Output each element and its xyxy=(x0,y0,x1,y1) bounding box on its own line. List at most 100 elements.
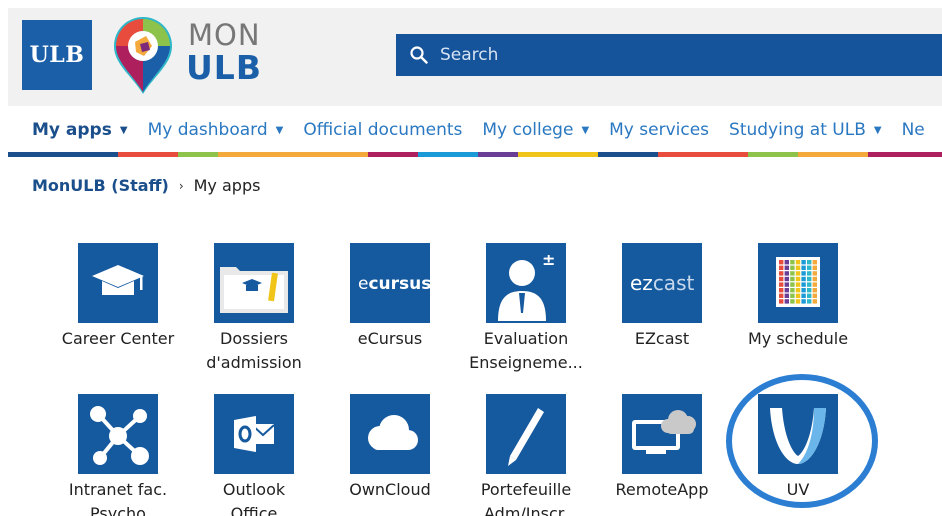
remote-desktop-cloud-icon xyxy=(632,410,696,454)
schedule-cell xyxy=(779,271,784,276)
schedule-cell xyxy=(812,260,817,265)
app-ecursus[interactable]: ecursus eCursus xyxy=(322,243,458,351)
app-my-schedule[interactable]: My schedule xyxy=(730,243,866,351)
breadcrumb-separator-icon: › xyxy=(178,178,184,193)
nav-my-apps[interactable]: My apps ▼ xyxy=(32,120,128,140)
schedule-cell xyxy=(801,265,806,270)
stripe-segment xyxy=(598,152,658,157)
app-career-center[interactable]: Career Center xyxy=(50,243,186,351)
nav-item-label: My services xyxy=(609,120,710,140)
app-outlook-office[interactable]: Outlook Office xyxy=(186,394,322,516)
stripe-segment xyxy=(178,152,218,157)
schedule-cell xyxy=(812,271,817,276)
schedule-cell xyxy=(801,299,806,304)
schedule-cell xyxy=(801,282,806,287)
app-label: My schedule xyxy=(747,329,849,348)
schedule-cell xyxy=(779,260,784,265)
schedule-cell xyxy=(784,282,789,287)
app-label: RemoteApp xyxy=(615,480,709,499)
search-icon xyxy=(410,46,428,64)
breadcrumb-root-link[interactable]: MonULB (Staff) xyxy=(32,176,169,195)
stripe-segment xyxy=(658,152,748,157)
nav-item-label: My college xyxy=(482,120,574,140)
app-tile[interactable] xyxy=(214,243,294,323)
schedule-cell xyxy=(812,293,817,298)
schedule-cell xyxy=(784,271,789,276)
schedule-cell xyxy=(779,265,784,270)
schedule-cell xyxy=(795,260,801,265)
app-label: EZcast xyxy=(634,329,690,348)
app-label: Career Center xyxy=(61,329,175,348)
search-input[interactable] xyxy=(440,45,840,65)
schedule-cell xyxy=(812,276,817,282)
nav-item-label: Official documents xyxy=(303,120,463,140)
schedule-cell xyxy=(790,271,795,276)
nav-color-stripe xyxy=(8,152,942,157)
monulb-pin-logo-icon xyxy=(114,17,172,94)
schedule-cell xyxy=(779,288,784,293)
schedule-cell xyxy=(795,299,801,304)
schedule-cell xyxy=(801,293,806,298)
main-nav: My apps ▼ My dashboard ▼ Official docume… xyxy=(8,108,942,152)
schedule-cell xyxy=(790,276,795,282)
schedule-cell xyxy=(807,293,812,298)
stripe-segment xyxy=(8,152,118,157)
nav-item-label: My apps xyxy=(32,120,112,140)
app-owncloud[interactable]: OwnCloud xyxy=(322,394,458,502)
caret-down-icon: ▼ xyxy=(581,124,590,136)
app-intranet-fac-psycho[interactable]: Intranet fac. Psycho xyxy=(50,394,186,516)
schedule-cell xyxy=(801,260,806,265)
schedule-cell xyxy=(784,276,789,282)
nav-item-label: My dashboard xyxy=(147,120,268,140)
outlook-icon xyxy=(234,416,275,452)
app-label: Evaluation Enseigneme... xyxy=(469,329,583,372)
nav-my-services[interactable]: My services xyxy=(609,120,709,140)
logo-ulb-text: ULB xyxy=(186,48,262,87)
app-label: Dossiers d'admission xyxy=(206,329,302,372)
schedule-cell xyxy=(779,276,784,282)
nav-next-truncated[interactable]: Ne xyxy=(902,120,925,140)
nav-my-dashboard[interactable]: My dashboard ▼ xyxy=(148,120,284,140)
app-tile[interactable] xyxy=(350,394,430,474)
schedule-cell xyxy=(795,288,801,293)
schedule-cell xyxy=(784,299,789,304)
app-label: OwnCloud xyxy=(349,480,431,499)
schedule-cell xyxy=(784,265,789,270)
app-tile[interactable] xyxy=(78,394,158,474)
app-header: ULB MON ULB xyxy=(8,8,942,106)
app-tile[interactable] xyxy=(758,243,838,323)
schedule-cell xyxy=(784,288,789,293)
svg-text:ecursus: ecursus xyxy=(358,274,430,294)
schedule-cell xyxy=(807,260,812,265)
schedule-cell xyxy=(812,265,817,270)
app-portefeuille-adm-inscr[interactable]: Portefeuille Adm/Inscr. xyxy=(458,394,594,516)
app-tile[interactable] xyxy=(622,394,702,474)
app-tile[interactable]: ± xyxy=(486,243,566,323)
nav-official-documents[interactable]: Official documents xyxy=(303,120,462,140)
app-tile[interactable] xyxy=(78,243,158,323)
breadcrumb: MonULB (Staff) › My apps xyxy=(32,176,260,195)
app-ezcast[interactable]: ezcast EZcast xyxy=(594,243,730,351)
nav-studying-at-ulb[interactable]: Studying at ULB ▼ xyxy=(729,120,882,140)
app-label: eCursus xyxy=(357,329,423,348)
app-remoteapp[interactable]: RemoteApp xyxy=(594,394,730,502)
schedule-cell xyxy=(812,299,817,304)
app-tile[interactable] xyxy=(214,394,294,474)
app-tile[interactable] xyxy=(486,394,566,474)
nav-item-label: Studying at ULB xyxy=(729,120,866,140)
schedule-cell xyxy=(801,271,806,276)
app-dossiers-admission[interactable]: Dossiers d'admission xyxy=(186,243,322,375)
stripe-segment xyxy=(418,152,478,157)
app-evaluation-enseignement[interactable]: ± Evaluation Enseigneme... xyxy=(458,243,594,375)
schedule-cell xyxy=(779,293,784,298)
app-label: Intranet fac. Psycho xyxy=(68,480,168,516)
graduation-cap-icon xyxy=(92,265,144,295)
breadcrumb-current: My apps xyxy=(193,176,261,195)
search-bar[interactable] xyxy=(396,34,942,76)
schedule-cell xyxy=(812,288,817,293)
ulb-logo[interactable]: ULB xyxy=(22,20,92,90)
schedule-cell xyxy=(807,288,812,293)
nav-my-college[interactable]: My college ▼ xyxy=(482,120,589,140)
app-tile[interactable]: ecursus xyxy=(350,243,430,323)
app-tile[interactable]: ezcast xyxy=(622,243,702,323)
